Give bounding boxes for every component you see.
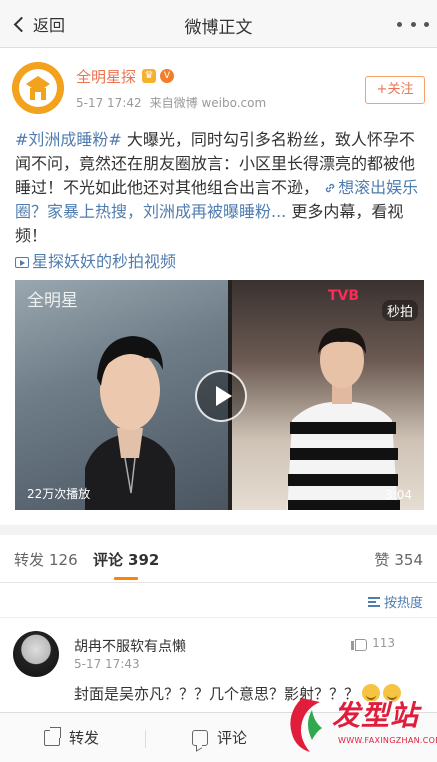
repost-label: 转发 xyxy=(69,729,100,747)
play-count: 22万次播放 xyxy=(27,487,91,501)
repost-button[interactable]: 转发 xyxy=(44,726,100,748)
person-figure-left xyxy=(85,336,175,510)
active-tab-indicator xyxy=(114,577,138,580)
comment-label: 评论 xyxy=(217,729,248,747)
post-meta: 5-17 17:42 来自微博 weibo.com xyxy=(76,94,274,111)
comment-button[interactable]: 评论 xyxy=(192,727,247,748)
comment-like-count: 113 xyxy=(372,636,395,650)
link-icon xyxy=(325,183,335,193)
sort-button[interactable]: 按热度 xyxy=(367,592,423,611)
play-icon[interactable] xyxy=(195,370,247,422)
post-source: 来自微博 weibo.com xyxy=(149,96,267,110)
thumbs-up-icon xyxy=(351,636,368,651)
back-label: 返回 xyxy=(33,16,66,35)
tab-like-count: 354 xyxy=(394,551,423,569)
video-thumbnail-right: TVB 秒拍 xyxy=(232,280,424,510)
comment-icon xyxy=(192,729,208,746)
post-time: 5-17 17:42 xyxy=(76,96,142,110)
interaction-tabs: 转发 126 评论 392 赞 354 xyxy=(0,535,437,583)
video-duration: 3:04 xyxy=(385,488,412,502)
comment-time: 5-17 17:43 xyxy=(74,657,140,671)
author-name[interactable]: 全明星探 xyxy=(76,66,136,87)
tab-repost[interactable]: 转发 126 xyxy=(14,549,78,570)
bottom-divider xyxy=(145,730,146,748)
tab-repost-count: 126 xyxy=(49,551,78,569)
miaopai-watermark: 秒拍 xyxy=(381,300,418,321)
section-divider xyxy=(0,525,437,535)
watermark-logo-icon xyxy=(290,698,322,752)
sort-label: 按热度 xyxy=(383,596,423,611)
watermark-text: 发型站 xyxy=(332,699,420,732)
sort-icon xyxy=(367,596,380,607)
brand-tag: TVB xyxy=(328,288,360,304)
chevron-left-icon xyxy=(13,16,30,32)
navbar: 返回 微博正文 xyxy=(0,0,437,48)
follow-button[interactable]: +关注 xyxy=(365,76,425,104)
watermark-left: 全明星 xyxy=(27,291,78,311)
sort-bar: 按热度 xyxy=(0,583,437,617)
tab-comment[interactable]: 评论 392 xyxy=(93,549,159,570)
author-avatar[interactable] xyxy=(12,62,64,114)
vip-crown-icon: ♛ xyxy=(142,69,156,83)
tab-comment-label: 评论 xyxy=(93,551,124,569)
post-text: #刘洲成睡粉# 大曝光，同时勾引多名粉丝，致人怀孕不闻不问，竟然还在朋友圈放言：… xyxy=(15,128,425,274)
video-link-text: 星探妖妖的秒拍视频 xyxy=(32,252,177,271)
topic-hashtag[interactable]: #刘洲成睡粉# xyxy=(15,130,122,149)
page-title: 微博正文 xyxy=(184,18,253,38)
commenter-name[interactable]: 胡冉不服软有点懒 xyxy=(74,636,186,656)
tab-like[interactable]: 赞 354 xyxy=(374,549,423,570)
video-link[interactable]: 星探妖妖的秒拍视频 xyxy=(15,250,425,274)
commenter-avatar[interactable] xyxy=(13,631,59,677)
watermark-url: WWW.FAXINGZHAN.COM xyxy=(338,736,437,745)
site-watermark: 发型站 WWW.FAXINGZHAN.COM xyxy=(282,690,437,758)
tab-repost-label: 转发 xyxy=(14,551,45,569)
more-dots-icon[interactable] xyxy=(397,14,429,34)
person-figure-right xyxy=(287,328,400,510)
repost-icon xyxy=(44,726,61,746)
tab-comment-count: 392 xyxy=(128,551,160,569)
video-player[interactable]: 全明星 TVB 秒拍 22万次播放 3:04 xyxy=(15,280,424,510)
verified-icon: V xyxy=(160,69,174,83)
post-header: 全明星探 ♛ V 5-17 17:42 来自微博 weibo.com +关注 xyxy=(12,62,425,122)
comment-like-button[interactable]: 113 xyxy=(351,636,395,651)
tab-like-label: 赞 xyxy=(374,551,390,569)
back-button[interactable]: 返回 xyxy=(10,12,65,36)
video-play-icon xyxy=(15,257,29,268)
